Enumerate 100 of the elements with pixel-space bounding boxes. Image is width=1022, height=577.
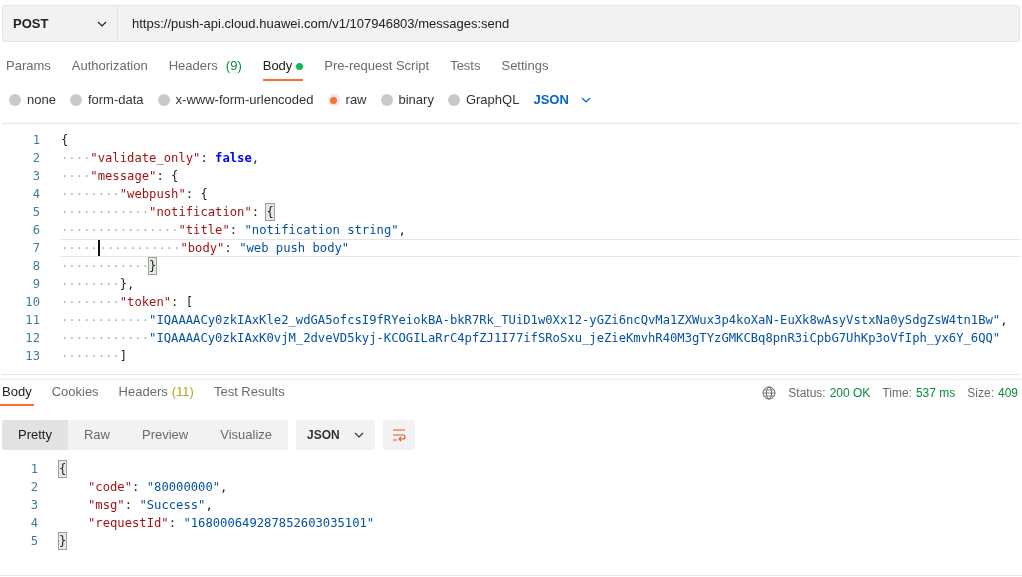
code-token: "code"	[88, 479, 133, 495]
view-mode-tab[interactable]: Visualize	[204, 420, 289, 450]
whitespace-marker: ················	[61, 222, 179, 238]
code-token: : {	[185, 186, 208, 202]
body-type-radio[interactable]: binary	[380, 90, 434, 110]
line-number: 10	[24, 294, 40, 311]
code-token: :	[229, 222, 239, 238]
body-type-radio[interactable]: raw	[327, 90, 367, 110]
line-number: 2	[31, 150, 40, 167]
body-type-radio[interactable]: GraphQL	[447, 90, 520, 110]
body-type-radio[interactable]: x-www-form-urlencoded	[157, 90, 314, 110]
view-mode-tab[interactable]: Preview	[126, 420, 205, 450]
line-number: 11	[24, 312, 40, 329]
code-token: :	[124, 497, 134, 513]
whitespace-marker: ········	[61, 294, 120, 310]
chevron-down-icon	[580, 97, 591, 103]
code-token: :	[132, 479, 141, 495]
matched-bracket: }	[59, 533, 67, 549]
line-number: 3	[29, 497, 38, 514]
code-token: "webpush"	[119, 186, 186, 202]
globe-icon[interactable]	[762, 386, 777, 400]
code-token: ]	[119, 348, 128, 364]
request-tab[interactable]: Params	[6, 53, 51, 81]
line-number: 9	[31, 276, 40, 293]
request-tab[interactable]: Tests	[450, 53, 481, 81]
code-token: {	[61, 132, 69, 148]
code-token: },	[119, 276, 135, 292]
request-tab[interactable]: Authorization	[71, 53, 148, 81]
request-tab[interactable]: Pre-request Script	[324, 53, 430, 81]
code-token: :	[224, 240, 233, 256]
format-dropdown[interactable]: JSON	[296, 420, 375, 450]
code-token: :	[251, 204, 261, 220]
status-label: Status:	[788, 385, 826, 402]
whitespace-marker: ···········	[99, 240, 181, 256]
response-tab[interactable]: Body	[0, 380, 34, 406]
whitespace-marker: ············	[61, 204, 150, 220]
count-label: (9)	[225, 57, 242, 76]
chevron-down-icon	[353, 432, 364, 438]
code-token: : {	[156, 168, 179, 184]
code-token: "IQAAAACy0zkIAxK0vjM_2dveVD5kyj-KCOGILaRrC4pfZJ1I77ifSRoSxu_jeZieKmvhR40M3gTYzGMKCBq8pnR3iCpbG7UhKp3oVfIph_yx6Y_6QQ"	[149, 330, 1001, 346]
line-number: 13	[24, 348, 40, 365]
code-token: "168000649287852603035101"	[183, 515, 375, 531]
code-token: "token"	[119, 294, 172, 310]
view-mode-tab[interactable]: Pretty	[2, 420, 68, 450]
line-number: 2	[29, 479, 38, 496]
code-token: "message"	[90, 168, 157, 184]
code-token: "title"	[178, 222, 230, 238]
response-tab[interactable]: Cookies	[49, 380, 101, 406]
body-type-radio[interactable]: form-data	[69, 90, 144, 110]
code-token: ,	[220, 479, 228, 495]
code-token: "validate_only"	[90, 150, 201, 166]
request-tab[interactable]: Headers (9)	[168, 53, 242, 81]
whitespace-marker: ········	[61, 186, 120, 202]
response-tab[interactable]: Headers (11)	[116, 380, 196, 406]
code-token: "body"	[180, 240, 225, 256]
request-tab[interactable]: Body	[262, 53, 304, 81]
line-number: 3	[31, 168, 40, 185]
status-label: Time:	[882, 385, 912, 402]
code-token: : [	[171, 294, 194, 310]
code-token: "msg"	[88, 497, 125, 513]
code-token: "notification string"	[244, 222, 399, 238]
format-dropdown[interactable]: JSON	[533, 90, 591, 110]
code-token: "IQAAAACy0zkIAxKle2_wdGA5ofcsI9fRYeiokBA-bkR7Rk_TUiD1w0Xx12-yGZi6ncQvMa1ZXWux3p4koXaN-EuXk8wAsyVstxNa0ySdgZsW4tn1Bw"	[149, 312, 1001, 328]
line-number: 6	[31, 222, 40, 239]
line-number: 8	[31, 258, 40, 275]
response-tab[interactable]: Test Results	[211, 380, 287, 406]
wrap-lines-icon	[390, 428, 407, 442]
code-token: ,	[1000, 312, 1008, 328]
status-value: 409	[997, 385, 1018, 402]
line-number: 7	[31, 240, 40, 257]
body-type-radio[interactable]: none	[9, 90, 56, 110]
whitespace-marker: ········	[61, 348, 120, 364]
whitespace-marker: ····	[61, 168, 91, 184]
status-value: 200 OK	[829, 385, 871, 402]
code-token: ,	[398, 222, 406, 238]
matched-bracket: {	[59, 461, 67, 477]
line-number: 5	[31, 204, 40, 221]
line-number: 1	[29, 461, 38, 478]
whitespace-marker: ········	[61, 276, 120, 292]
whitespace-marker: ·····	[61, 240, 98, 256]
line-number: 4	[31, 186, 40, 203]
code-token: ,	[205, 497, 213, 513]
status-value: 537 ms	[915, 385, 956, 402]
line-number: 4	[29, 515, 38, 532]
code-token: ,	[251, 150, 260, 166]
whitespace-marker: ············	[61, 330, 150, 346]
whitespace-marker: ····	[61, 150, 91, 166]
code-token: "80000000"	[146, 479, 221, 495]
text-cursor	[97, 240, 100, 256]
code-token: :	[200, 150, 209, 166]
code-token: "Success"	[139, 497, 206, 513]
view-mode-tab[interactable]: Raw	[67, 420, 126, 450]
code-token: "web push body"	[239, 240, 350, 256]
line-number: 1	[31, 132, 40, 149]
code-token: :	[168, 515, 178, 531]
whitespace-marker: ············	[61, 312, 150, 328]
matched-bracket: }	[149, 258, 157, 274]
request-tab[interactable]: Settings	[501, 53, 549, 81]
line-number: 12	[24, 330, 40, 347]
line-number: 5	[29, 533, 38, 550]
